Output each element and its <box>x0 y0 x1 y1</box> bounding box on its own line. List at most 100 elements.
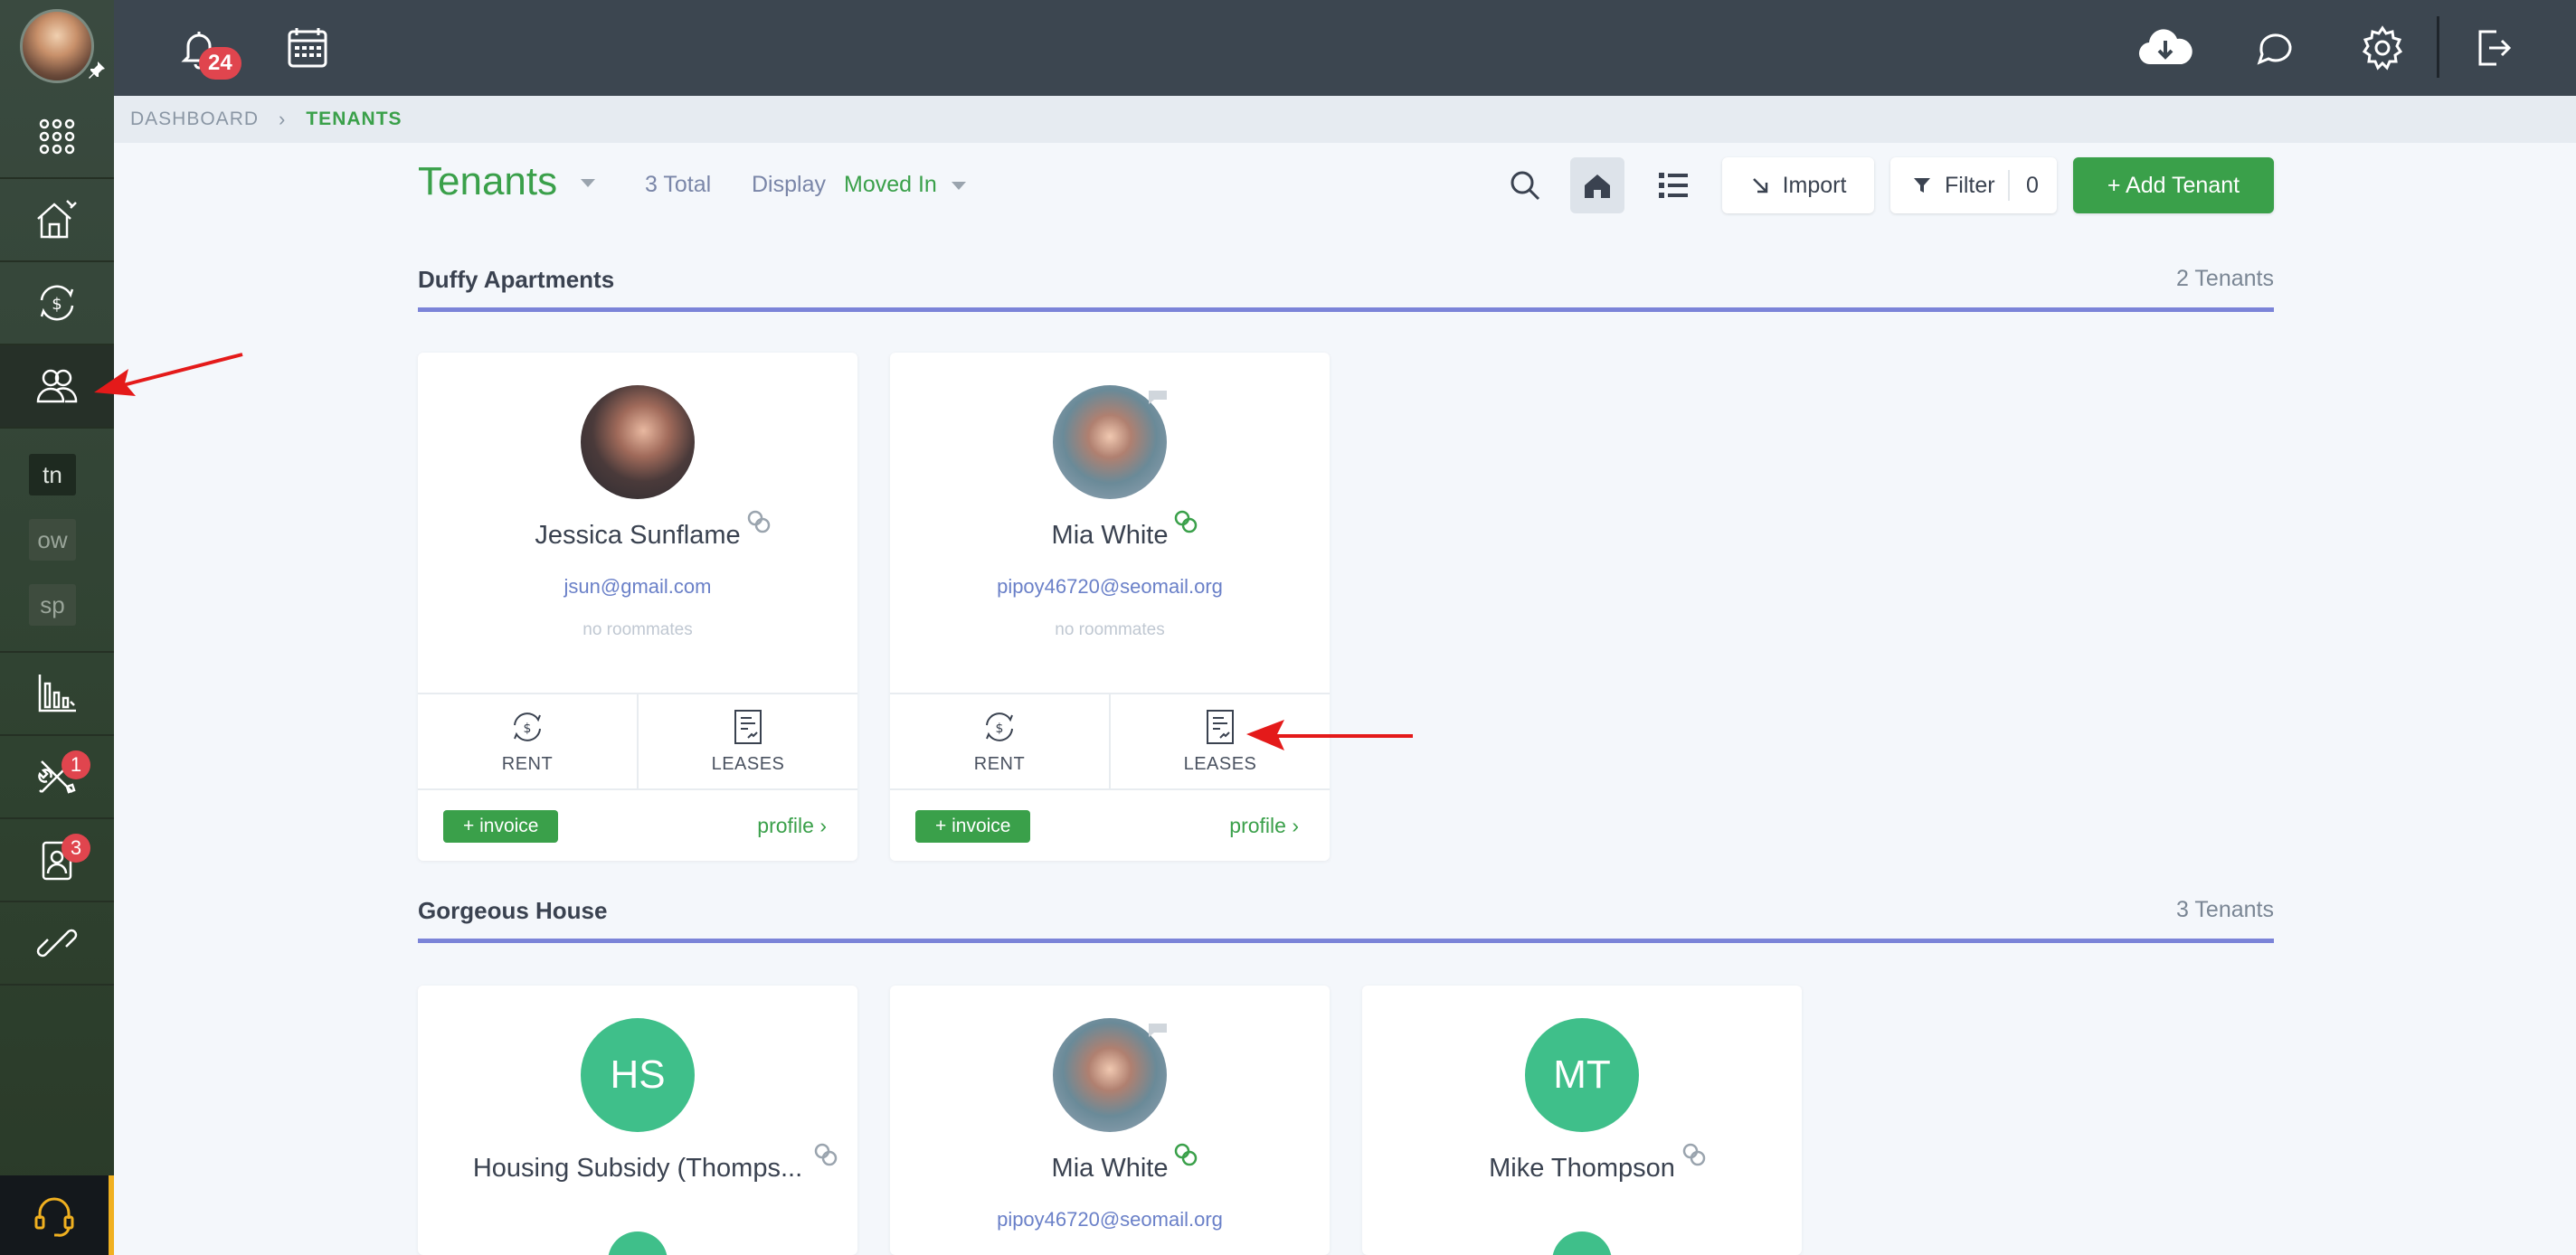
rent-icon: $ <box>986 712 1013 741</box>
search-button[interactable] <box>1498 157 1552 213</box>
lease-document-icon <box>1207 710 1234 744</box>
list-view-button[interactable] <box>1646 157 1700 213</box>
calendar-icon[interactable] <box>279 20 336 76</box>
sidebar: $ tn ow sp 1 3 <box>0 0 114 1255</box>
chat-icon[interactable] <box>2247 20 2305 76</box>
chat-bubble-icon[interactable] <box>1145 1020 1170 1038</box>
link-status-icon <box>1174 510 1198 533</box>
tenant-card: Jessica Sunflame jsun@gmail.com no roomm… <box>418 353 857 861</box>
sidebar-tags-group: tn ow sp <box>0 427 114 653</box>
breadcrumb-current: TENANTS <box>306 109 402 129</box>
add-invoice-button[interactable]: + invoice <box>443 810 559 843</box>
chat-bubble-icon[interactable] <box>1145 387 1170 405</box>
card-view-button[interactable] <box>1570 157 1624 213</box>
leases-button[interactable]: LEASES <box>639 707 857 775</box>
rent-icon: $ <box>514 712 541 741</box>
top-divider <box>2437 16 2439 78</box>
profile-link[interactable]: profile › <box>1229 814 1299 838</box>
grid-icon <box>39 118 75 155</box>
gear-icon[interactable] <box>2353 20 2411 76</box>
filter-label: Filter <box>1945 172 1995 198</box>
svg-text:$: $ <box>52 295 62 314</box>
tenant-name[interactable]: Mia White <box>890 1154 1330 1184</box>
tenant-card: HS Housing Subsidy (Thomps... <box>418 986 857 1255</box>
rent-button[interactable]: $ RENT <box>418 707 637 775</box>
house-icon <box>37 200 77 239</box>
logout-icon[interactable] <box>2464 20 2522 76</box>
link-status-icon <box>814 1143 838 1166</box>
cloud-download-icon[interactable] <box>2129 20 2202 76</box>
bar-chart-icon <box>38 675 76 712</box>
link-status-icon <box>1174 1143 1198 1166</box>
sidebar-item-dashboard[interactable] <box>0 96 114 179</box>
rent-label: RENT <box>501 754 554 774</box>
sidebar-item-properties[interactable] <box>0 179 114 262</box>
tenant-name[interactable]: Mia White <box>890 521 1330 551</box>
tenant-email[interactable]: jsun@gmail.com <box>418 575 857 599</box>
roommate-avatar[interactable] <box>608 1231 668 1255</box>
card-divider <box>890 788 1330 790</box>
maintenance-badge: 1 <box>62 750 90 779</box>
import-label: Import <box>1782 172 1847 198</box>
sidebar-item-applicants[interactable] <box>0 819 114 902</box>
headset-icon <box>34 1197 74 1237</box>
tenant-name[interactable]: Mike Thompson <box>1362 1154 1802 1184</box>
svg-text:$: $ <box>996 722 1004 736</box>
tag-tenants[interactable]: tn <box>29 454 76 495</box>
import-arrow-icon <box>1752 178 1767 193</box>
leases-label: LEASES <box>711 754 785 774</box>
page-title[interactable]: Tenants <box>418 159 557 204</box>
breadcrumb-dashboard[interactable]: DASHBOARD <box>130 109 259 130</box>
tenant-name[interactable]: Jessica Sunflame <box>418 521 857 551</box>
money-cycle-icon: $ <box>40 285 74 321</box>
sidebar-item-maintenance[interactable] <box>0 736 114 819</box>
chevron-down-icon[interactable] <box>952 182 966 190</box>
sidebar-item-reports[interactable] <box>0 653 114 736</box>
import-button[interactable]: Import <box>1722 157 1874 213</box>
list-icon <box>1659 173 1688 198</box>
home-icon <box>1585 175 1610 198</box>
section-title: Duffy Apartments <box>418 266 615 293</box>
chevron-right-icon: › <box>279 108 287 130</box>
tenant-avatar-initials[interactable]: MT <box>1525 1018 1639 1132</box>
tenant-email[interactable]: pipoy46720@seomail.org <box>890 1208 1330 1231</box>
section-divider <box>418 939 2274 943</box>
add-tenant-button[interactable]: + Add Tenant <box>2073 157 2274 213</box>
tenant-name[interactable]: Housing Subsidy (Thomps... <box>418 1154 857 1184</box>
tenant-email[interactable]: pipoy46720@seomail.org <box>890 575 1330 599</box>
profile-link[interactable]: profile › <box>757 814 827 838</box>
link-status-icon <box>747 510 771 533</box>
tenant-card: Mia White pipoy46720@seomail.org <box>890 986 1330 1255</box>
link-chain-icon <box>36 929 78 958</box>
people-icon <box>36 369 78 403</box>
user-avatar[interactable] <box>20 9 94 83</box>
tenant-avatar[interactable] <box>581 385 695 499</box>
rent-label: RENT <box>973 754 1026 774</box>
roommates-note: no roommates <box>582 620 693 639</box>
filter-button[interactable]: Filter 0 <box>1890 157 2057 213</box>
sidebar-item-accounting[interactable]: $ <box>0 262 114 345</box>
add-invoice-button[interactable]: + invoice <box>915 810 1031 843</box>
annotation-arrow <box>94 353 243 396</box>
roommate-avatar[interactable] <box>1552 1231 1612 1255</box>
tag-owners[interactable]: ow <box>29 519 76 561</box>
notification-badge: 24 <box>199 47 242 80</box>
roommates-note: no roommates <box>1055 620 1165 639</box>
section-title: Gorgeous House <box>418 897 608 924</box>
rent-button[interactable]: $ RENT <box>890 707 1109 775</box>
display-select[interactable]: Moved In <box>844 172 937 198</box>
section-divider <box>418 307 2274 312</box>
tag-service-pros[interactable]: sp <box>29 584 76 626</box>
total-count: 3 Total <box>645 172 712 197</box>
chevron-down-icon[interactable] <box>581 179 595 187</box>
filter-count: 0 <box>2026 172 2039 198</box>
section-count: 3 Tenants <box>2176 897 2274 922</box>
sidebar-item-integrations[interactable] <box>0 902 114 986</box>
annotation-arrow <box>1246 720 1413 750</box>
support-button[interactable] <box>0 1175 114 1255</box>
tenant-card: Mia White pipoy46720@seomail.org no room… <box>890 353 1330 861</box>
link-status-icon <box>1682 1143 1706 1166</box>
display-label: Display <box>752 172 826 197</box>
tenant-avatar-initials[interactable]: HS <box>581 1018 695 1132</box>
pin-icon[interactable] <box>87 60 107 80</box>
